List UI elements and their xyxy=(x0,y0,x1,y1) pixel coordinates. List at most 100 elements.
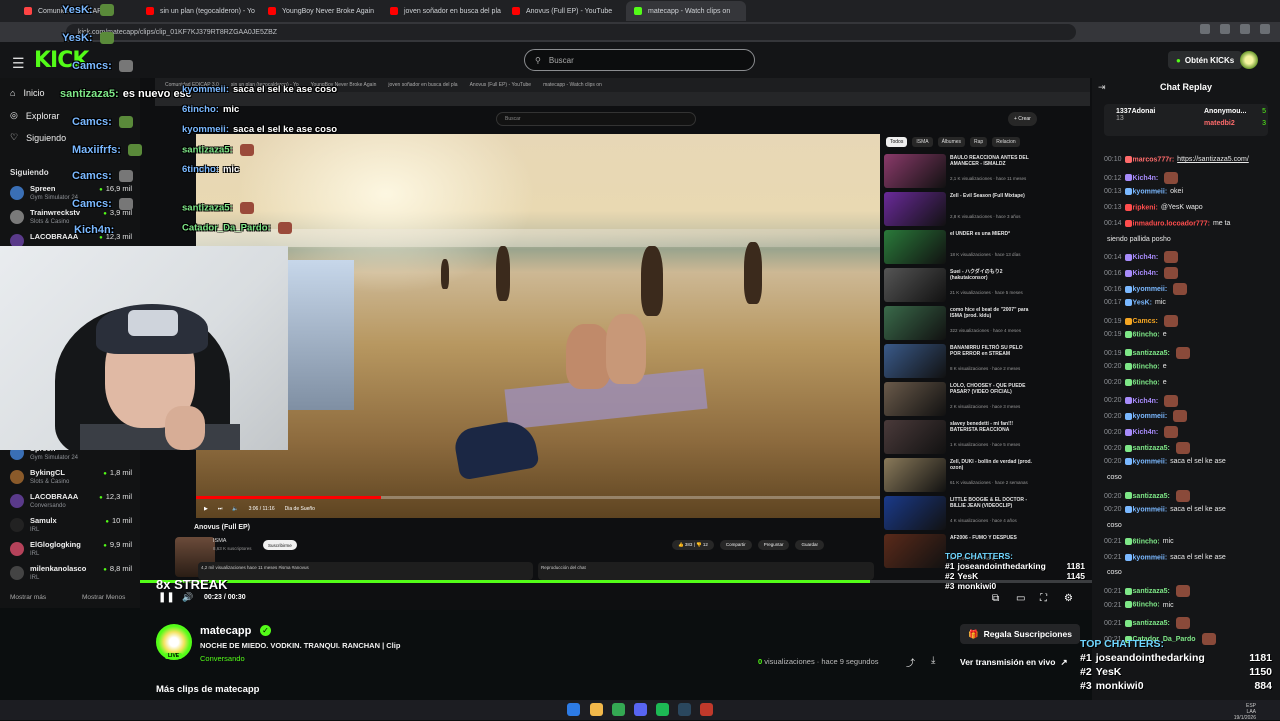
sidebar-channel[interactable]: milenkanolasco IRL 8,8 mil xyxy=(10,564,134,588)
gift-subscriptions-button[interactable]: 🎁 Regala Suscripciones xyxy=(960,624,1080,644)
recommendation-meta: 8 K visualizaciones · hace 2 meses xyxy=(950,366,1021,371)
chat-message: 00:20 kyommeii: saca el sel ke ase xyxy=(1104,458,1226,465)
pause-button[interactable]: ❚❚ xyxy=(158,592,175,603)
steam-icon[interactable] xyxy=(678,703,691,716)
extension-icon[interactable] xyxy=(1200,24,1210,34)
url-field[interactable]: kick.com/matecapp/clips/clip_01KF7KJ379R… xyxy=(66,24,1076,40)
overlay-chat-message: Maxiifrfs: xyxy=(72,144,142,157)
share-icon[interactable]: ⤴ xyxy=(906,656,915,669)
watch-live-button[interactable]: Ver transmisión en vivo ↗ xyxy=(952,652,1076,672)
nav-explore[interactable]: ◎ Explorar xyxy=(10,110,59,121)
sidebar-channel-viewers: 12,3 mil xyxy=(99,492,132,501)
chat-timestamp: 00:13 xyxy=(1104,204,1122,212)
channel-name[interactable]: matecapp xyxy=(200,625,251,637)
emote-icon xyxy=(127,144,142,157)
sidebar-channel-viewers: 8,8 mil xyxy=(103,564,132,573)
sidebar-channel[interactable]: Samulx IRL 10 mil xyxy=(10,516,134,540)
chat-message: 00:13 kyommeii: okei xyxy=(1104,187,1183,195)
category-link[interactable]: Conversando xyxy=(200,654,245,663)
top-chatter-name-group: #3 monkiwi0 xyxy=(945,581,996,591)
hamburger-menu-icon[interactable]: ☰ xyxy=(12,55,25,72)
spotify-icon[interactable] xyxy=(656,703,669,716)
chat-badge-icon xyxy=(1124,619,1132,627)
chat-text: e xyxy=(1162,363,1167,371)
discord-icon[interactable] xyxy=(634,703,647,716)
sidebar-channel-category: IRL xyxy=(30,551,40,557)
live-badge: LIVE xyxy=(165,653,183,659)
chat-message: 00:19 Camcs: xyxy=(1104,315,1178,327)
emote-icon xyxy=(1163,315,1178,327)
chat-timestamp: 00:20 xyxy=(1104,492,1122,500)
recommendation-title: LOLO, CHOOSEY - QUE PUEDE PASAR? (VIDEO … xyxy=(950,383,1026,395)
emote-icon xyxy=(239,144,254,156)
youtube-chapter: Dia de Sueño xyxy=(284,506,315,512)
browser-tab[interactable]: sin un plan (tegocalderon) - Yo xyxy=(138,1,258,21)
app-icon[interactable] xyxy=(700,703,713,716)
youtube-description: 4,2 mil visualizaciones hace 11 meses #i… xyxy=(198,562,533,580)
profile-icon[interactable] xyxy=(1240,24,1250,34)
youtube-time: 3:06 / 11:16 xyxy=(248,506,275,512)
emote-icon xyxy=(1175,346,1190,359)
browser-tab[interactable]: matecapp - Watch clips on xyxy=(626,1,746,21)
overlay-chat-message: santizaza5: xyxy=(182,144,254,156)
emote-icon xyxy=(1175,442,1190,455)
chat-username: marcos777r: xyxy=(1132,156,1175,164)
file-explorer-icon[interactable] xyxy=(590,703,603,716)
channel-avatar xyxy=(10,494,24,508)
chat-message: siendo pallida posho xyxy=(1104,236,1171,243)
emote-icon xyxy=(1164,394,1179,407)
emote-icon xyxy=(99,32,114,45)
windows-start-icon[interactable] xyxy=(567,703,580,716)
chat-text: saca el sel ke ase xyxy=(1170,458,1226,466)
show-more-link[interactable]: Mostrar más xyxy=(10,594,46,601)
overlay-chat-text: mic xyxy=(222,164,240,175)
gifter-name: Anonymou... xyxy=(1204,108,1247,115)
sidebar-channel-category: Gym Simulator 24 xyxy=(30,455,79,461)
overlay-chat-message: YesK: xyxy=(62,4,114,17)
overlay-chat-message: YesK: xyxy=(62,32,114,45)
user-avatar[interactable] xyxy=(1240,51,1258,69)
browser-tab[interactable]: Anovus (Full EP) - YouTube xyxy=(504,1,624,21)
show-less-link[interactable]: Mostrar Menos xyxy=(82,594,125,601)
gifter-count: 3 xyxy=(1262,120,1266,127)
chat-timestamp: 00:20 xyxy=(1104,363,1122,371)
pip-icon[interactable]: ⧉ xyxy=(992,593,999,604)
overlay-chat-user: Camcs: xyxy=(72,116,112,128)
get-kicks-button[interactable]: ● Obtén KICKs xyxy=(1168,51,1243,69)
chat-text: saca el sel ke ase xyxy=(1170,553,1226,561)
chrome-icon[interactable] xyxy=(612,703,625,716)
chat-text[interactable]: https://santizaza5.com/ xyxy=(1177,156,1249,163)
youtube-video-title: Anovus (Full EP) xyxy=(194,524,250,531)
nav-following-label: Siguiendo xyxy=(26,132,67,143)
menu-kebab-icon[interactable] xyxy=(1260,24,1270,34)
nav-following[interactable]: ♡ Siguiendo xyxy=(10,132,66,143)
emote-icon xyxy=(99,4,114,17)
sidebar-channel[interactable]: ElGloglogking IRL 9,9 mil xyxy=(10,540,134,564)
search-input[interactable]: ⚲ Buscar xyxy=(524,49,755,71)
chat-username: santizaza5: xyxy=(1132,492,1170,500)
browser-tab[interactable]: YoungBoy Never Broke Again xyxy=(260,1,380,21)
share-action: Compartir xyxy=(719,540,752,550)
download-icon[interactable]: ⤓ xyxy=(931,655,935,666)
volume-button[interactable]: 🔊 xyxy=(182,592,193,603)
clip-time-ago: hace 9 segundos xyxy=(821,657,879,666)
like-button: 👍 383 | 👎 12 xyxy=(672,540,714,550)
chat-badge-icon xyxy=(1124,587,1132,595)
chat-message: 00:21 santizaza5: xyxy=(1104,617,1190,630)
theater-mode-icon[interactable]: ▭ xyxy=(1016,593,1025,604)
browser-tab[interactable]: joven soñador en busca del pla xyxy=(382,1,502,21)
next-icon: ⏭ xyxy=(217,506,223,512)
emote-icon xyxy=(239,202,254,214)
sidebar-channel[interactable]: LACOBRAAA Conversando 12,3 mil xyxy=(10,492,134,516)
sidebar-channel[interactable]: BykingCL Slots & Casino 1,8 mil xyxy=(10,468,134,492)
settings-icon[interactable]: ⚙ xyxy=(1064,593,1073,604)
chat-username: kyommeii: xyxy=(1132,286,1168,294)
fullscreen-icon[interactable]: ⛶ xyxy=(1040,593,1047,604)
download-icon[interactable] xyxy=(1220,24,1230,34)
chat-timestamp: 00:19 xyxy=(1104,349,1122,357)
chat-badge-icon xyxy=(1124,187,1132,195)
nav-home[interactable]: ⌂ Inicio xyxy=(10,88,44,98)
emote-icon xyxy=(1164,251,1179,264)
youtube-actions: 👍 383 | 👎 12 Compartir Preguntar Guardar xyxy=(672,540,824,550)
gifter-count: 5 xyxy=(1262,108,1266,115)
